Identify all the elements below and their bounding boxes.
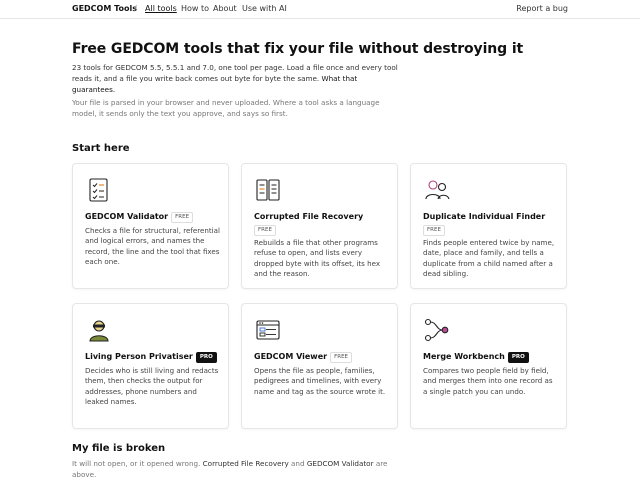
privacy-note: Your file is parsed in your browser and … [72,98,380,118]
nav-how-to[interactable]: How to [181,4,209,13]
pro-badge: PRO [507,352,529,363]
section-heading-my-file-is-broken: My file is broken [72,443,166,454]
nav-use-with-ai[interactable]: Use with AI [242,4,287,13]
top-navigation-bar: GEDCOM Tools / All tools How to About Us… [0,0,640,19]
card-title: Duplicate Individual Finder FREE [423,212,563,236]
tool-card-corrupted-file-recovery[interactable]: Corrupted File Recovery FREE Rebuilds a f… [241,163,398,289]
free-badge: FREE [254,225,276,236]
corrupted-file-recovery-link[interactable]: Corrupted File Recovery [203,459,289,468]
card-title: Living Person Privatiser PRO [85,352,225,363]
free-badge: FREE [423,225,445,236]
card-description: Decides who is still living and redacts … [85,366,219,407]
tool-card-duplicate-individual-finder[interactable]: Duplicate Individual Finder FREE Finds pe… [410,163,567,289]
section-heading-start-here: Start here [72,143,130,154]
breadcrumb-separator: / [134,4,137,13]
brand-link[interactable]: GEDCOM Tools [72,4,137,13]
card-description: Rebuilds a file that other programs refu… [254,238,381,279]
card-description: Opens the file as people, families, pedi… [254,366,386,396]
free-badge: FREE [171,212,194,223]
card-description: Compares two people field by field, and … [423,366,553,396]
checklist-icon [89,178,108,202]
gedcom-validator-link[interactable]: GEDCOM Validator [307,459,374,468]
file-repair-icon [256,179,280,201]
free-badge: FREE [330,352,353,363]
broken-paragraph: It will not open, or it opened wrong. Co… [72,459,388,479]
tool-card-gedcom-viewer[interactable]: GEDCOM Viewer FREE Opens the file as peop… [241,303,398,429]
card-title: Corrupted File Recovery FREE [254,212,394,236]
card-title: GEDCOM Validator FREE [85,212,225,223]
tool-card-living-person-privatiser[interactable]: Living Person Privatiser PRO Decides who … [72,303,229,429]
page-title: Free GEDCOM tools that fix your file wit… [72,41,524,57]
merge-icon [424,318,449,342]
privacy-person-icon [89,320,109,342]
intro-paragraph: 23 tools for GEDCOM 5.5, 5.5.1 and 7.0, … [72,62,402,95]
card-description: Checks a file for structural, referentia… [85,226,220,267]
tool-card-merge-workbench[interactable]: Merge Workbench PRO Compares two people f… [410,303,567,429]
nav-all-tools[interactable]: All tools [145,4,177,13]
card-description: Finds people entered twice by name, date… [423,238,555,279]
card-title: GEDCOM Viewer FREE [254,352,394,363]
pro-badge: PRO [195,352,217,363]
people-icon [425,180,450,200]
viewer-window-icon [256,320,280,340]
report-bug-link[interactable]: Report a bug [516,4,568,13]
tool-card-gedcom-validator[interactable]: GEDCOM Validator FREE Checks a file for s… [72,163,229,289]
nav-about[interactable]: About [213,4,237,13]
card-title: Merge Workbench PRO [423,352,563,363]
